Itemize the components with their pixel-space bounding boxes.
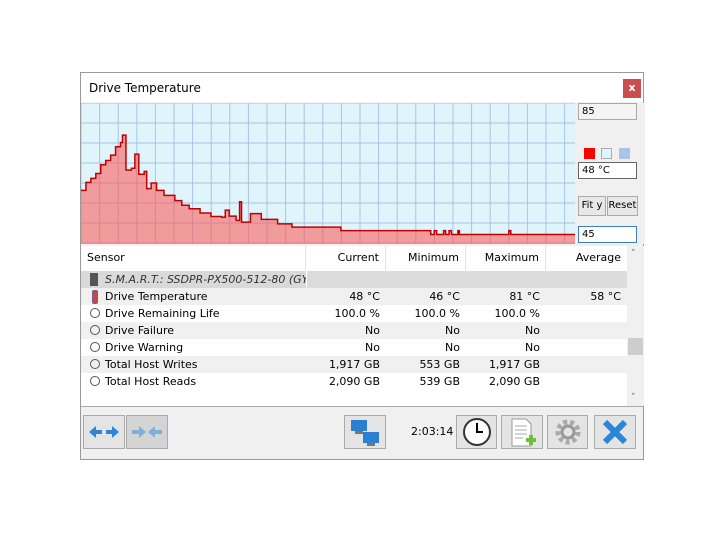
drive-temperature-window: Drive Temperature x 85 48 °C Fit y Reset…: [80, 72, 645, 462]
collapse-columns-button[interactable]: [126, 415, 168, 449]
group-row[interactable]: S.M.A.R.T.: SSDPR-PX500-512-80 (GY...: [81, 271, 628, 288]
maximum-value: No: [525, 341, 540, 354]
elapsed-time: 2:03:14: [411, 425, 454, 438]
current-value: No: [365, 341, 380, 354]
table-row[interactable]: Total Host Reads 2,090 GB 539 GB 2,090 GB: [81, 373, 627, 390]
sensor-name: Total Host Reads: [105, 375, 197, 388]
table-row[interactable]: Total Host Writes 1,917 GB 553 GB 1,917 GB: [81, 356, 627, 373]
scroll-up-icon[interactable]: ˄: [631, 249, 636, 259]
bottom-toolbar: 2:03:14: [81, 406, 643, 462]
current-value: 100.0 %: [334, 307, 380, 320]
clock-sensor-icon: [90, 325, 100, 335]
sensor-table: Sensor Current Minimum Maximum Average S…: [81, 246, 628, 406]
header-average[interactable]: Average: [546, 246, 627, 270]
maximum-value: 2,090 GB: [488, 375, 540, 388]
header-maximum[interactable]: Maximum: [466, 246, 546, 270]
clock-icon: [463, 418, 491, 446]
minimum-value: No: [445, 324, 460, 337]
minimum-value: 100.0 %: [414, 307, 460, 320]
minimum-value: 539 GB: [419, 375, 460, 388]
current-value: 2,090 GB: [328, 375, 380, 388]
close-app-button[interactable]: [594, 415, 636, 449]
current-value: 48 °C: [349, 290, 380, 303]
new-log-button[interactable]: [501, 415, 543, 449]
average-value: 58 °C: [590, 290, 621, 303]
gear-icon: [555, 419, 581, 445]
maximum-value: No: [525, 324, 540, 337]
title-bar: Drive Temperature x: [81, 73, 643, 102]
average-value: [546, 356, 627, 373]
close-button[interactable]: x: [623, 79, 641, 98]
network-button[interactable]: [344, 415, 386, 449]
clock-sensor-icon: [90, 342, 100, 352]
close-x-icon: [602, 419, 628, 445]
graph-side-panel: 85 48 °C Fit y Reset 45: [575, 103, 645, 244]
maximum-value: 1,917 GB: [488, 358, 540, 371]
arrows-inward-icon: [132, 426, 162, 438]
background-color-swatch[interactable]: [601, 148, 612, 159]
table-row[interactable]: Drive Failure No No No: [81, 322, 627, 339]
minimum-value: No: [445, 341, 460, 354]
scroll-down-icon[interactable]: ˅: [631, 393, 636, 403]
clock-sensor-icon: [90, 359, 100, 369]
average-value: [546, 373, 627, 390]
current-value: No: [365, 324, 380, 337]
sensor-name: Drive Warning: [105, 341, 184, 354]
sensor-name: Total Host Writes: [105, 358, 198, 371]
temperature-graph: [81, 103, 575, 244]
reset-button[interactable]: Reset: [607, 196, 638, 216]
expand-columns-button[interactable]: [83, 415, 125, 449]
group-label: S.M.A.R.T.: SSDPR-PX500-512-80 (GY...: [105, 273, 318, 286]
max-value-field[interactable]: 85: [578, 103, 637, 120]
average-value: [546, 322, 627, 339]
settings-button[interactable]: [547, 415, 588, 449]
table-row[interactable]: Drive Warning No No No: [81, 339, 627, 356]
network-computers-icon: [351, 420, 379, 446]
average-value: [546, 339, 627, 356]
min-value-field[interactable]: 45: [578, 226, 637, 243]
header-sensor[interactable]: Sensor: [81, 246, 306, 270]
arrows-outward-icon: [89, 426, 119, 438]
clock-button[interactable]: [456, 415, 497, 449]
fit-y-button[interactable]: Fit y: [578, 196, 606, 216]
clock-sensor-icon: [90, 308, 100, 318]
sensor-name: Drive Remaining Life: [105, 307, 220, 320]
window-title: Drive Temperature: [89, 81, 201, 95]
sensor-name: Drive Failure: [105, 324, 175, 337]
current-value-field: 48 °C: [578, 162, 637, 179]
header-minimum[interactable]: Minimum: [386, 246, 466, 270]
minimum-value: 553 GB: [419, 358, 460, 371]
grid-color-swatch[interactable]: [619, 148, 630, 159]
sensor-name: Drive Temperature: [105, 290, 208, 303]
header-current[interactable]: Current: [306, 246, 386, 270]
scrollbar-thumb[interactable]: [628, 338, 643, 355]
document-add-icon: [511, 418, 536, 447]
minimum-value: 46 °C: [429, 290, 460, 303]
thermometer-icon: [92, 290, 98, 304]
clock-sensor-icon: [90, 376, 100, 386]
current-value: 1,917 GB: [328, 358, 380, 371]
line-color-swatch[interactable]: [584, 148, 595, 159]
average-value: [546, 305, 627, 322]
maximum-value: 100.0 %: [494, 307, 540, 320]
table-row[interactable]: Drive Remaining Life 100.0 % 100.0 % 100.0 …: [81, 305, 627, 322]
maximum-value: 81 °C: [509, 290, 540, 303]
vertical-scrollbar[interactable]: ˄ ˅: [627, 246, 644, 406]
drive-icon: [90, 273, 98, 286]
table-row[interactable]: Drive Temperature 48 °C 46 °C 81 °C 58 °C: [81, 288, 627, 305]
